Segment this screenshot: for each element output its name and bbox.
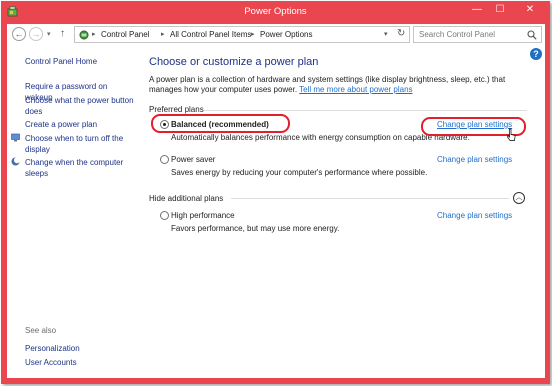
sidebar-user-accounts[interactable]: User Accounts [25, 357, 137, 368]
section-divider [204, 110, 527, 111]
see-also-label: See also [25, 326, 57, 335]
close-button[interactable]: ✕ [512, 1, 548, 20]
search-icon[interactable] [527, 30, 537, 40]
plan-power-saver-name[interactable]: Power saver [171, 155, 215, 164]
plan-balanced-name[interactable]: Balanced (recommended) [171, 120, 269, 129]
radio-balanced[interactable] [160, 120, 169, 129]
maximize-button[interactable]: ☐ [489, 1, 511, 20]
content-pane: ? Control Panel Home Require a password … [7, 46, 545, 378]
preferred-plans-label: Preferred plans [149, 105, 204, 114]
breadcrumb-separator-icon: ▸ [92, 31, 96, 38]
forward-arrow-icon[interactable]: → [29, 27, 43, 41]
breadcrumb-separator-icon: ▸ [251, 31, 255, 38]
back-arrow-icon[interactable]: ← [12, 27, 26, 41]
refresh-icon[interactable]: ↻ [397, 28, 405, 39]
sidebar-personalization[interactable]: Personalization [25, 343, 137, 354]
search-placeholder: Search Control Panel [419, 30, 496, 39]
change-plan-settings-high-performance[interactable]: Change plan settings [437, 211, 512, 220]
display-monitor-icon [11, 133, 20, 142]
address-bar[interactable]: ▸ Control Panel ▸ All Control Panel Item… [74, 26, 410, 43]
power-options-window: Power Options — ☐ ✕ ← → ▾ ↑ ▸ Control Pa… [1, 1, 550, 384]
sidebar: Control Panel Home Require a password on… [7, 46, 139, 378]
address-dropdown-chevron-icon[interactable]: ▾ [384, 30, 388, 38]
sidebar-turn-off-display[interactable]: Choose when to turn off the display [25, 133, 137, 155]
breadcrumb-power-options[interactable]: Power Options [260, 30, 312, 39]
page-title: Choose or customize a power plan [149, 56, 319, 68]
learn-more-link[interactable]: Tell me more about power plans [299, 85, 412, 94]
change-plan-settings-power-saver[interactable]: Change plan settings [437, 155, 512, 164]
main-panel: Choose or customize a power plan A power… [149, 46, 545, 378]
plan-power-saver-description: Saves energy by reducing your computer's… [171, 168, 428, 177]
collapse-chevron-up-icon[interactable]: ︿ [513, 192, 525, 204]
navigation-bar: ← → ▾ ↑ ▸ Control Panel ▸ All Control Pa… [7, 24, 545, 46]
sidebar-control-panel-home[interactable]: Control Panel Home [25, 57, 97, 66]
sidebar-computer-sleeps[interactable]: Change when the computer sleeps [25, 157, 137, 179]
search-box[interactable]: Search Control Panel [413, 26, 542, 43]
up-arrow-icon[interactable]: ↑ [60, 28, 65, 39]
plan-high-performance-name[interactable]: High performance [171, 211, 235, 220]
radio-high-performance[interactable] [160, 211, 169, 220]
sidebar-power-button[interactable]: Choose what the power button does [25, 95, 137, 117]
control-panel-icon [79, 30, 89, 40]
sleep-moon-icon [11, 157, 20, 166]
breadcrumb-all-items[interactable]: All Control Panel Items [170, 30, 251, 39]
plan-high-performance-description: Favors performance, but may use more ene… [171, 224, 340, 233]
breadcrumb-control-panel[interactable]: Control Panel [101, 30, 149, 39]
hide-additional-plans-label[interactable]: Hide additional plans [149, 194, 223, 203]
recent-locations-chevron-icon[interactable]: ▾ [47, 30, 51, 38]
minimize-button[interactable]: — [466, 1, 488, 20]
page-description: A power plan is a collection of hardware… [149, 75, 529, 95]
radio-power-saver[interactable] [160, 155, 169, 164]
title-bar: Power Options — ☐ ✕ [1, 1, 550, 23]
sidebar-create-plan[interactable]: Create a power plan [25, 119, 137, 130]
section-divider [231, 198, 509, 199]
breadcrumb-separator-icon: ▸ [161, 31, 165, 38]
mouse-pointer-icon [507, 128, 516, 141]
